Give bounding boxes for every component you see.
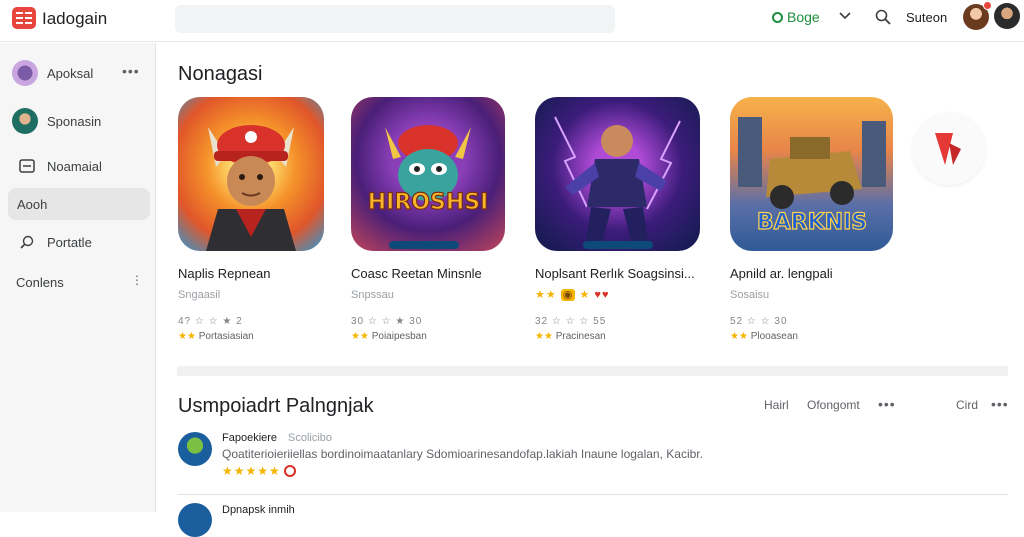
app-meta: ★★ Portasiasian [178,331,254,342]
reviewer-avatar [178,503,212,537]
inbox-icon [17,156,37,176]
filter-ofongomt[interactable]: Ofongomt [807,398,860,412]
game-logo-text: HIROSHSI [368,190,489,215]
sidebar-item-conlens[interactable]: Conlens [8,266,150,298]
award-badge-icon: ◉ [560,289,576,301]
app-rating: 32 ☆ ☆ ☆ 55 [535,316,607,327]
review-text: Qoatiterioieriiellas bordinoimaatanlary … [222,447,703,461]
more-options-icon[interactable]: ••• [878,396,896,412]
sidebar: Apoksal ••• Sponasin Noamaial Aooh Porta… [0,43,156,512]
reviews-title: Usmpoiadrt Palngnjak [178,395,374,417]
review-divider [178,494,1008,495]
sidebar-item-label: Conlens [16,274,64,290]
sidebar-item-aooh[interactable]: Aooh [8,188,150,220]
install-pill [583,241,653,249]
search-icon[interactable] [875,9,891,25]
sidebar-item-label: Noamaial [47,158,102,174]
next-app-card[interactable] [913,113,985,185]
signin-button[interactable]: Suteon [906,10,947,25]
vehicle-illustration: BARKNIS [738,117,886,236]
more-options-icon[interactable]: ••• [991,396,1009,412]
star-icon: ★★ [535,331,553,342]
app-icon[interactable]: HIROSHSI [351,97,505,251]
app-meta: ★★ Poiaipesban [351,331,427,342]
apps-avatar [12,60,38,86]
flag-icon[interactable] [284,465,296,477]
section-title: Nonagasi [178,63,263,85]
star-icon: ★ [545,289,557,301]
character-illustration [554,116,681,247]
sidebar-item-label: Aooh [17,196,48,212]
account-avatar[interactable] [994,3,1020,29]
app-name: Naplis Repnean [178,266,271,281]
filter-cird[interactable]: Cird [956,398,978,412]
app-name: Coasc Reetan Minsnle [351,266,482,281]
reviewer-name: Dpnapsk inmih [222,504,295,516]
filter-hairl[interactable]: Hairl [764,398,789,412]
heart-icon: ♥ [594,289,602,301]
app-developer: Sosaisu [730,289,770,301]
star-icon: ★ [579,289,591,301]
app-meta-label: Pracinesan [555,331,606,342]
search-icon [17,232,37,252]
section-divider [177,366,1008,376]
profile-avatar [12,108,38,134]
app-meta-label: Portasiasian [198,331,254,342]
character-illustration [206,125,296,251]
app-icon[interactable] [178,97,324,251]
app-developer: Snpssau [351,289,394,301]
more-options-icon[interactable]: ••• [122,63,140,79]
app-rating: 4? ☆ ☆ ★ 2 [178,316,243,327]
app-logo-icon[interactable] [12,7,36,29]
app-title: Iadogain [42,9,108,28]
sidebar-item-label: Apoksal [47,65,94,81]
app-rating: 30 ☆ ☆ ★ 30 [351,316,423,327]
app-name: Apnild ar. lengpali [730,266,833,281]
app-icon[interactable] [535,97,700,251]
sidebar-item-sponasin[interactable]: Sponasin [8,105,150,137]
more-vert-icon[interactable]: ⋮ [131,273,144,287]
reviewer-avatar [178,432,212,466]
review-date: Scolicibo [288,432,333,444]
app-meta: ★★ Pracinesan [535,331,606,342]
review-item: Fapoekiere Scolicibo Qoatiterioieriiella… [178,430,998,480]
star-icon: ★★ [178,331,196,342]
install-pill [389,241,459,249]
account-chip[interactable]: Boge [772,9,820,25]
star-icon: ★★ [730,331,748,342]
red-arrow-icon [935,133,961,165]
sidebar-item-label: Portatle [47,234,92,250]
user-avatar[interactable] [963,1,992,30]
app-meta-label: Poiaipesban [371,331,427,342]
sidebar-item-noamaial[interactable]: Noamaial [8,150,150,182]
search-input[interactable] [175,5,615,33]
app-badges: ★★ ◉ ★ ♥♥ [535,288,609,301]
status-ring-icon [772,11,783,23]
star-icon: ★ [535,289,546,301]
app-meta-label: Plooasean [750,331,798,342]
star-icon: ★★ [351,331,369,342]
app-meta: ★★ Plooasean [730,331,798,342]
sidebar-item-label: Sponasin [47,113,102,129]
app-name: Noplsant Rerlık Soagsinsi... [535,266,695,281]
app-icon[interactable]: BARKNIS [730,97,893,251]
notification-badge [983,1,992,10]
account-chip-label: Boge [787,9,820,25]
app-developer: Sngaasil [178,289,221,301]
chevron-down-icon[interactable] [838,9,852,23]
review-stars: ★★★★★ [222,464,281,478]
heart-icon: ♥ [601,289,610,301]
game-logo-text: BARKNIS [757,210,867,235]
sidebar-item-portatle[interactable]: Portatle [8,226,150,258]
reviewer-name: Fapoekiere [222,432,278,444]
top-bar: Iadogain Boge Suteon [0,0,1024,42]
app-rating: 52 ☆ ☆ 30 [730,316,788,327]
character-illustration: HIROSHSI [367,125,489,216]
